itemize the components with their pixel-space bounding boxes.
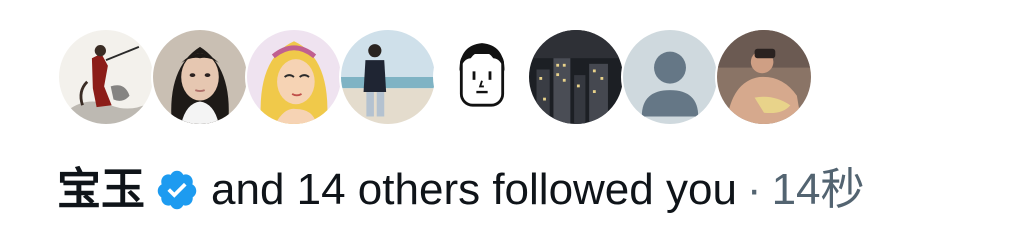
follower-avatar-7[interactable]: [621, 28, 719, 126]
follower-avatar-4[interactable]: [339, 28, 437, 126]
default-avatar-icon: [623, 30, 717, 124]
person-photo-icon: [717, 30, 811, 124]
avatar-row: [57, 28, 813, 126]
notification-text: 宝玉 and 14 others followed you · 14秒: [57, 160, 865, 220]
timestamp: 14秒: [771, 165, 865, 214]
verified-badge-icon: [155, 168, 199, 212]
follower-avatar-6[interactable]: [527, 28, 625, 126]
separator-dot: ·: [746, 165, 762, 214]
painting-figure-icon: [59, 30, 153, 124]
follower-avatar-8[interactable]: [715, 28, 813, 126]
follower-avatar-1[interactable]: [57, 28, 155, 126]
action-text: and 14 others followed you: [211, 165, 737, 214]
follower-avatar-5[interactable]: [433, 28, 531, 126]
follower-avatar-3[interactable]: [245, 28, 343, 126]
line-face-icon: [435, 30, 529, 124]
cartoon-girl-icon: [247, 30, 341, 124]
follower-avatar-2[interactable]: [151, 28, 249, 126]
user-name-link[interactable]: 宝玉: [57, 160, 145, 220]
follow-notification[interactable]: 宝玉 and 14 others followed you · 14秒: [0, 0, 1024, 243]
woman-portrait-icon: [153, 30, 247, 124]
beach-person-icon: [341, 30, 435, 124]
city-night-icon: [529, 30, 623, 124]
